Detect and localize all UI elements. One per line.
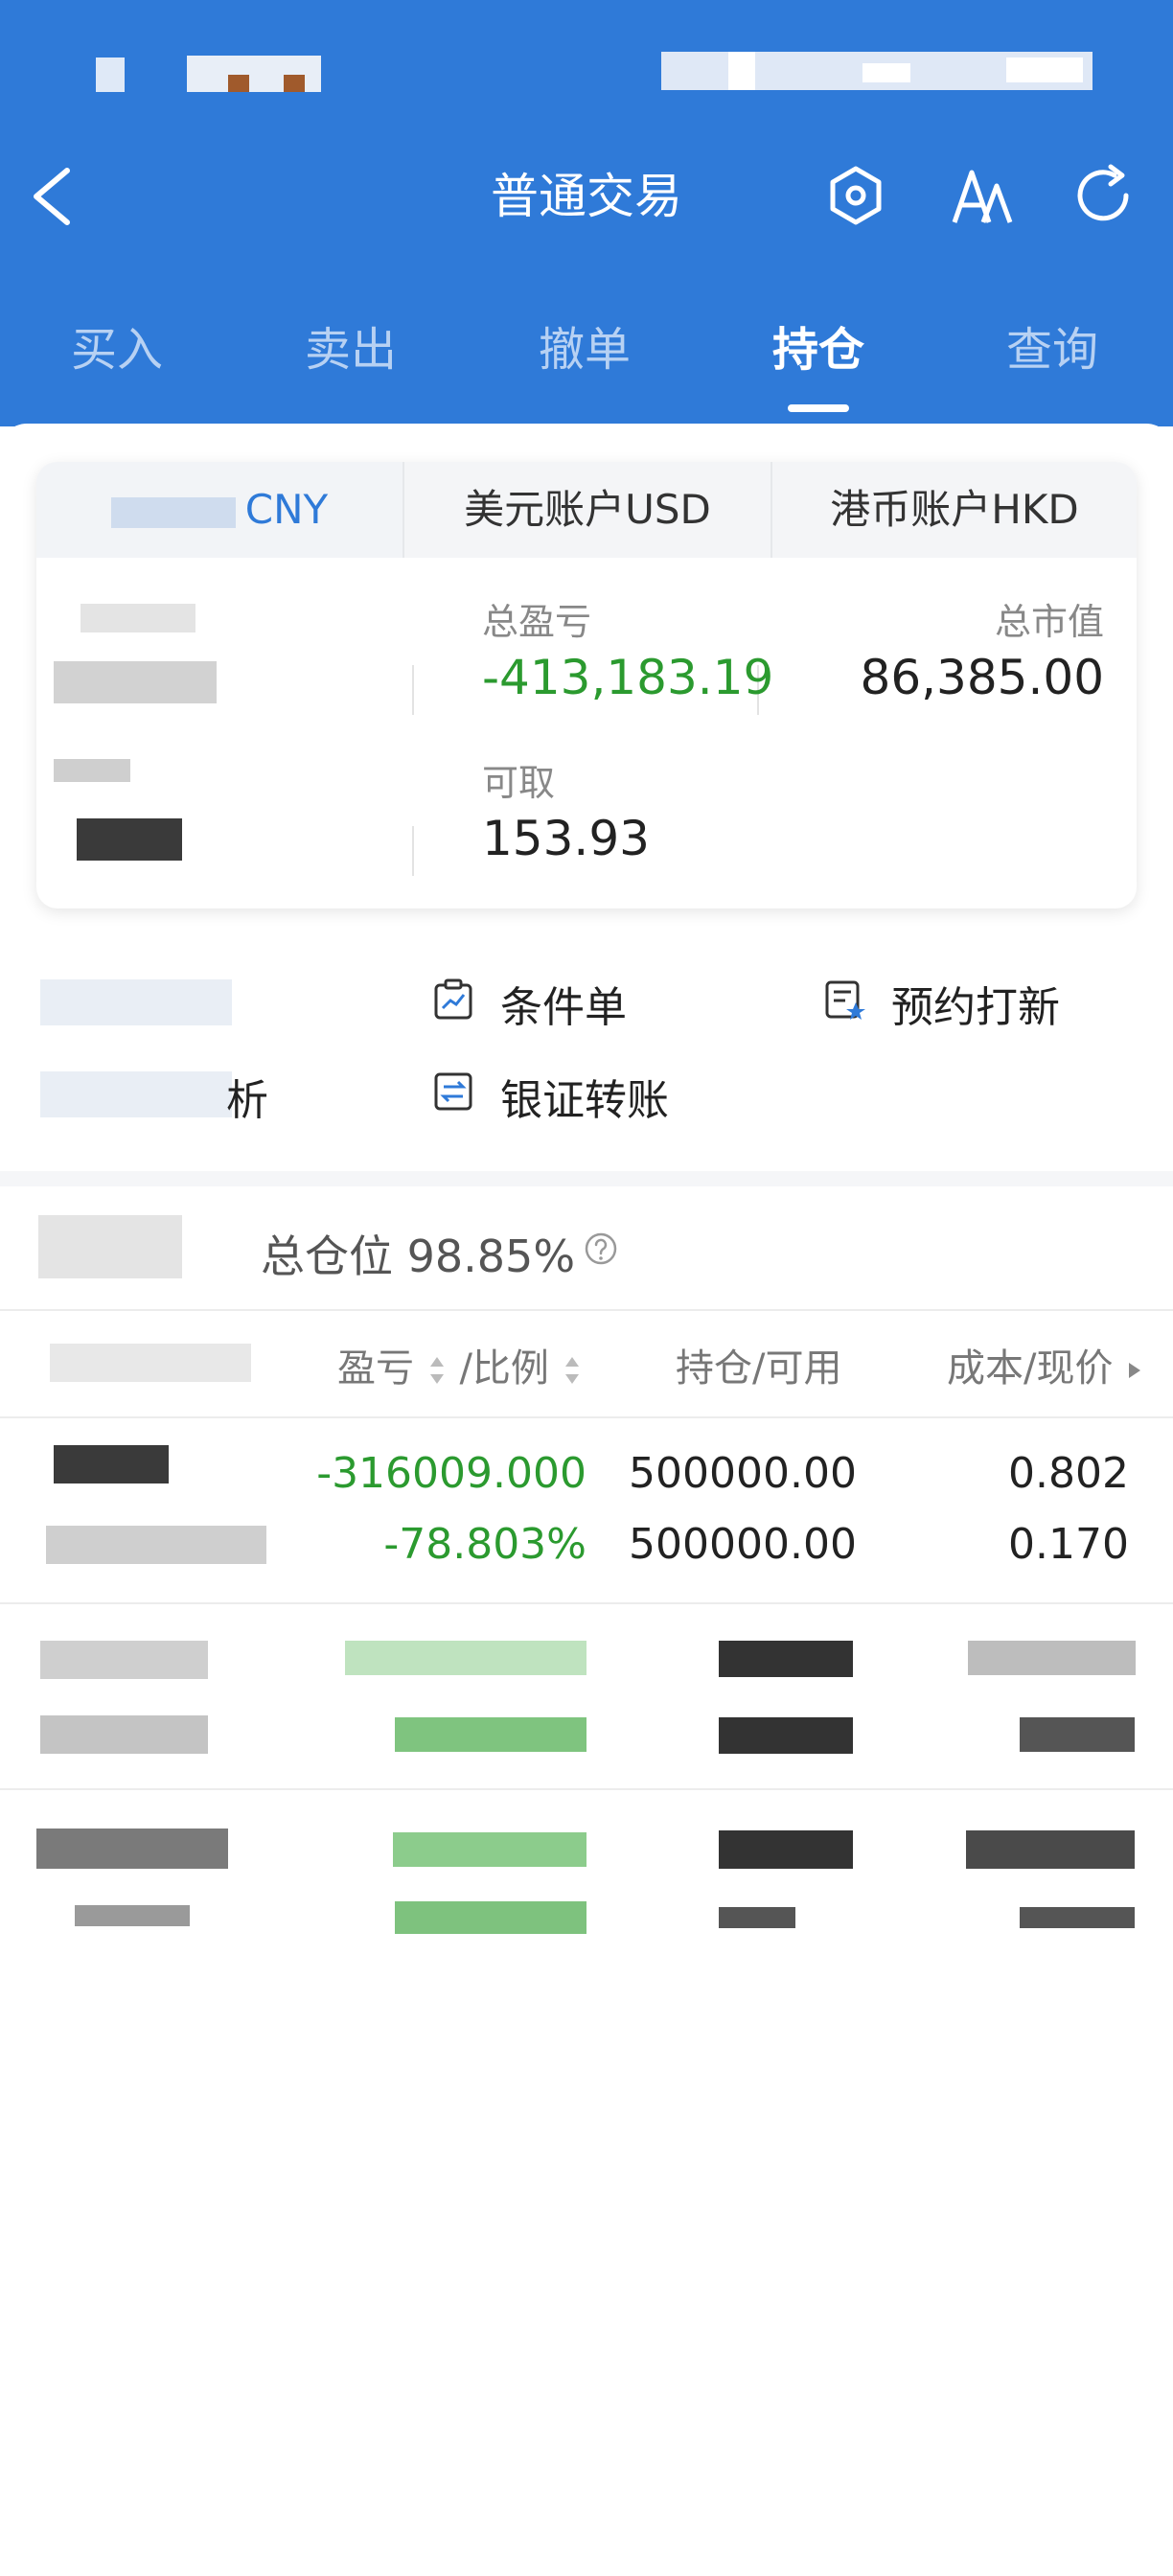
- redacted-value: [719, 1717, 853, 1754]
- row-holding: 500000.00: [629, 1449, 857, 1498]
- total-profit-label: 总盈亏: [482, 601, 592, 643]
- title-bar: 普通交易: [0, 144, 1173, 249]
- withdrawable-label: 可取: [482, 762, 556, 804]
- redacted-value: [395, 1717, 586, 1752]
- ipo-reserve-icon: [825, 980, 865, 1020]
- help-icon[interactable]: [583, 1230, 619, 1267]
- row-cost: 0.802: [1008, 1449, 1129, 1498]
- row-price: 0.170: [1008, 1520, 1129, 1569]
- total-market-value: 86,385.00: [860, 650, 1104, 705]
- column-header-cost-price[interactable]: 成本/现价: [947, 1337, 1144, 1392]
- account-card: CNY 美元账户USD 港币账户HKD 总盈亏 -413,183.19 总市值 …: [36, 462, 1137, 908]
- redacted-block: [77, 818, 182, 861]
- redacted-stock-name: [36, 1828, 228, 1869]
- tab-buy[interactable]: 买入: [21, 307, 213, 393]
- divider: [412, 826, 414, 876]
- column-header-profit: 盈亏: [337, 1346, 414, 1391]
- divider: [0, 1416, 1173, 1418]
- tab-cancel[interactable]: 撤单: [489, 307, 680, 393]
- redacted-value: [719, 1907, 795, 1928]
- redacted-stock-code: [75, 1905, 190, 1926]
- column-header-cost-price-label: 成本/现价: [947, 1346, 1114, 1391]
- divider: [412, 665, 414, 715]
- total-market-value-label: 总市值: [994, 601, 1104, 643]
- row-ratio: -78.803%: [383, 1520, 586, 1569]
- divider: [0, 1788, 1173, 1790]
- account-tabs: CNY 美元账户USD 港币账户HKD: [36, 462, 1137, 558]
- redacted-value: [345, 1641, 586, 1675]
- bank-transfer-button[interactable]: 银证转账: [500, 1066, 669, 1127]
- sort-icon: [564, 1357, 579, 1384]
- chevron-right-icon: [1129, 1363, 1141, 1378]
- trade-tabs: 买入 卖出 撤单 持仓 查询: [0, 307, 1173, 426]
- redacted-block: [80, 604, 196, 632]
- redacted-value: [719, 1641, 853, 1677]
- tab-query[interactable]: 查询: [956, 307, 1148, 393]
- row-profit: -316009.000: [316, 1449, 586, 1498]
- tab-positions[interactable]: 持仓: [723, 307, 914, 393]
- settings-hexagon-icon[interactable]: [821, 161, 890, 230]
- bank-transfer-icon: [434, 1072, 472, 1111]
- redacted-stock-code: [40, 1715, 208, 1754]
- analysis-button-label[interactable]: 析: [226, 1066, 268, 1127]
- column-header-profit-ratio[interactable]: 盈亏 /比例: [337, 1337, 583, 1392]
- redacted-value: [968, 1641, 1136, 1675]
- redacted-block: [38, 1215, 182, 1278]
- redacted-block: [54, 759, 130, 782]
- sort-icon: [429, 1357, 444, 1384]
- divider: [0, 1602, 1173, 1604]
- redacted-column-header[interactable]: [50, 1344, 251, 1382]
- ipo-reserve-button[interactable]: 预约打新: [891, 973, 1060, 1034]
- redacted-value: [1020, 1907, 1135, 1928]
- redacted-stock-name: [54, 1445, 169, 1484]
- column-header-holding[interactable]: 持仓/可用: [676, 1337, 841, 1392]
- active-tab-indicator: [788, 404, 849, 412]
- status-bar-redacted: [0, 0, 1173, 144]
- section-gap: [0, 1171, 1173, 1186]
- redacted-value: [966, 1830, 1135, 1869]
- redacted-value: [393, 1832, 586, 1867]
- account-tab-cny-label: CNY: [244, 486, 329, 533]
- redacted-value: [395, 1901, 586, 1934]
- conditional-order-button[interactable]: 条件单: [500, 973, 627, 1034]
- app-header: 普通交易 买入 卖出 撤单 持仓 查询: [0, 0, 1173, 426]
- redacted-value: [1020, 1717, 1135, 1752]
- account-tab-hkd[interactable]: 港币账户HKD: [772, 462, 1137, 558]
- total-profit-value: -413,183.19: [482, 650, 774, 705]
- refresh-icon[interactable]: [1069, 161, 1138, 230]
- redacted-action-item[interactable]: [40, 979, 232, 1025]
- column-header-ratio: /比例: [459, 1346, 549, 1391]
- total-position: 总仓位 98.85%: [261, 1222, 575, 1285]
- font-size-icon[interactable]: [949, 161, 1018, 230]
- total-position-value: 98.85%: [406, 1230, 576, 1282]
- row-available: 500000.00: [629, 1520, 857, 1569]
- total-position-label: 总仓位: [261, 1230, 393, 1282]
- redacted-block: [54, 661, 217, 703]
- account-tab-cny[interactable]: CNY: [36, 462, 402, 558]
- tab-sell[interactable]: 卖出: [255, 307, 447, 393]
- redacted-block: [110, 496, 236, 528]
- redacted-stock-code: [46, 1526, 266, 1564]
- account-tab-usd[interactable]: 美元账户USD: [404, 462, 770, 558]
- divider: [0, 1309, 1173, 1311]
- conditional-order-icon: [434, 978, 472, 1020]
- redacted-stock-name: [40, 1641, 208, 1679]
- withdrawable-value: 153.93: [482, 811, 650, 866]
- redacted-action-item[interactable]: [40, 1071, 232, 1117]
- redacted-value: [719, 1830, 853, 1869]
